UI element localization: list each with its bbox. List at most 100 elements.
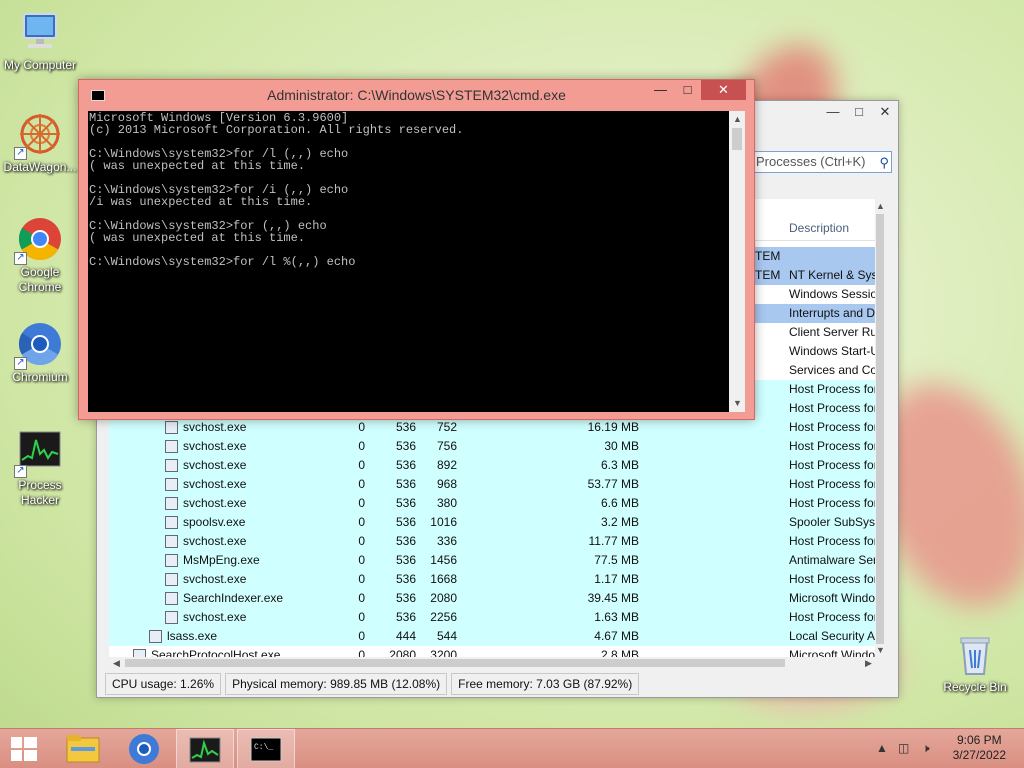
table-row[interactable]: svchost.exe 0 536 2256 1.63 MB Host Process f… xyxy=(109,608,875,627)
cpu-cell: 0 xyxy=(358,553,365,567)
cpu-cell: 0 xyxy=(358,477,365,491)
desktop-icon-label: Chromium xyxy=(12,370,68,384)
parent-pid-cell: 536 xyxy=(395,572,416,586)
search-input[interactable]: Processes (Ctrl+K) ⚲ xyxy=(752,151,892,173)
scroll-left-icon[interactable]: ◀ xyxy=(113,658,120,669)
process-icon xyxy=(149,630,162,643)
private-bytes-cell: 30 MB xyxy=(604,439,639,453)
description-cell: Windows Sessio xyxy=(789,287,875,301)
pid-cell: 752 xyxy=(436,420,457,434)
maximize-button[interactable]: □ xyxy=(846,101,872,123)
scrollbar-thumb[interactable] xyxy=(732,128,742,150)
process-icon xyxy=(165,611,178,624)
search-placeholder: Processes (Ctrl+K) xyxy=(756,154,866,169)
shortcut-arrow-icon: ↗ xyxy=(14,357,27,370)
desktop-icon-chromium[interactable]: ↗ Chromium xyxy=(0,320,80,385)
private-bytes-cell: 53.77 MB xyxy=(587,477,639,491)
pid-cell: 2256 xyxy=(430,610,457,624)
parent-pid-cell: 536 xyxy=(395,420,416,434)
shortcut-arrow-icon: ↗ xyxy=(14,465,27,478)
table-row[interactable]: svchost.exe 0 536 1668 1.17 MB Host Process f… xyxy=(109,570,875,589)
console-output[interactable]: Microsoft Windows [Version 6.3.9600] (c) … xyxy=(88,111,729,412)
table-row[interactable]: svchost.exe 0 536 380 6.6 MB Host Process for xyxy=(109,494,875,513)
process-icon xyxy=(165,573,178,586)
tray-clock[interactable]: 9:06 PM 3/27/2022 xyxy=(953,733,1006,763)
private-bytes-cell: 6.3 MB xyxy=(600,458,639,472)
parent-pid-cell: 536 xyxy=(395,534,416,548)
vertical-scrollbar[interactable]: ▲ ▼ xyxy=(729,111,745,412)
console-line: C:\Windows\system32>for /l %(,,) echo xyxy=(89,255,356,269)
cmd-window[interactable]: Administrator: C:\Windows\SYSTEM32\cmd.e… xyxy=(78,79,755,420)
console-line: ( was unexpected at this time. xyxy=(89,159,306,173)
process-name-cell: svchost.exe xyxy=(183,420,247,434)
process-name-cell: svchost.exe xyxy=(183,572,247,586)
cpu-usage-status: CPU usage: 1.26% xyxy=(105,673,222,695)
column-description[interactable]: Description xyxy=(789,221,849,235)
description-cell: Antimalware Ser xyxy=(789,553,875,567)
scroll-right-icon[interactable]: ▶ xyxy=(865,658,872,669)
minimize-button[interactable]: — xyxy=(647,80,674,100)
minimize-button[interactable]: — xyxy=(820,101,846,123)
table-row[interactable]: svchost.exe 0 536 892 6.3 MB Host Process for xyxy=(109,456,875,475)
taskbar-file-explorer[interactable] xyxy=(55,729,113,768)
table-row[interactable]: svchost.exe 0 536 752 16.19 MB Host Process f… xyxy=(109,418,875,437)
desktop-icon-process-hacker[interactable]: ↗ Process Hacker xyxy=(0,428,80,508)
close-button[interactable]: ✕ xyxy=(872,101,898,123)
parent-pid-cell: 444 xyxy=(395,629,416,643)
table-row[interactable]: svchost.exe 0 536 336 11.77 MB Host Process f… xyxy=(109,532,875,551)
free-memory-status: Free memory: 7.03 GB (87.92%) xyxy=(451,673,640,695)
scroll-up-icon[interactable]: ▲ xyxy=(876,201,885,211)
pid-cell: 1456 xyxy=(430,553,457,567)
process-hacker-icon: ↗ xyxy=(14,428,64,478)
maximize-button[interactable]: □ xyxy=(674,80,701,100)
physical-memory-status: Physical memory: 989.85 MB (12.08%) xyxy=(225,673,448,695)
desktop-icon-label: My Computer xyxy=(3,58,77,72)
table-row[interactable]: spoolsv.exe 0 536 1016 3.2 MB Spooler SubSyst xyxy=(109,513,875,532)
console-line: /i was unexpected at this time. xyxy=(89,195,313,209)
close-button[interactable]: ✕ xyxy=(701,80,746,100)
scroll-down-icon[interactable]: ▼ xyxy=(733,398,742,408)
desktop-icon-google-chrome[interactable]: ↗ Google Chrome xyxy=(0,215,80,295)
vertical-scrollbar[interactable]: ▲ ▼ xyxy=(875,199,885,657)
table-row[interactable]: lsass.exe 0 444 544 4.67 MB Local Security A xyxy=(109,627,875,646)
desktop-icon-recycle-bin[interactable]: Recycle Bin xyxy=(938,630,1012,694)
desktop-icon-my-computer[interactable]: My Computer xyxy=(0,8,80,73)
process-icon xyxy=(165,535,178,548)
table-row[interactable]: svchost.exe 0 536 968 53.77 MB Host Process f… xyxy=(109,475,875,494)
desktop-icon-label: DataWagon... xyxy=(3,160,77,174)
description-cell: Host Process for xyxy=(789,420,875,434)
parent-pid-cell: 536 xyxy=(395,515,416,529)
scrollbar-thumb[interactable] xyxy=(876,214,884,644)
start-button[interactable] xyxy=(0,729,58,768)
desktop-icon-label: Process Hacker xyxy=(18,478,62,507)
description-cell: Host Process for xyxy=(789,610,875,624)
network-icon[interactable]: ◫ xyxy=(898,741,909,755)
description-cell: Windows Start-U xyxy=(789,344,875,358)
parent-pid-cell: 536 xyxy=(395,458,416,472)
scroll-up-icon[interactable]: ▲ xyxy=(733,114,742,124)
parent-pid-cell: 536 xyxy=(395,477,416,491)
description-cell: Client Server Run xyxy=(789,325,875,339)
desktop-icon-datawagon[interactable]: ↗ DataWagon... xyxy=(0,110,80,175)
taskbar-cmd[interactable]: C:\_ xyxy=(237,729,295,768)
process-icon xyxy=(165,421,178,434)
parent-pid-cell: 536 xyxy=(395,496,416,510)
private-bytes-cell: 4.67 MB xyxy=(594,629,639,643)
folder-icon xyxy=(66,735,100,763)
tray-show-hidden-icon[interactable]: ▲ xyxy=(876,741,888,755)
description-cell: Host Process for xyxy=(789,439,875,453)
table-row[interactable]: svchost.exe 0 536 756 30 MB Host Process for xyxy=(109,437,875,456)
process-name-cell: SearchIndexer.exe xyxy=(183,591,284,605)
process-name-cell: svchost.exe xyxy=(183,439,247,453)
scroll-down-icon[interactable]: ▼ xyxy=(876,645,885,655)
cpu-cell: 0 xyxy=(358,610,365,624)
scrollbar-thumb[interactable] xyxy=(125,659,785,667)
taskbar-process-hacker[interactable] xyxy=(176,729,234,768)
search-icon: ⚲ xyxy=(879,155,889,170)
status-bar: CPU usage: 1.26% Physical memory: 989.85… xyxy=(105,673,890,695)
table-row[interactable]: SearchIndexer.exe 0 536 2080 39.45 MB Microso… xyxy=(109,589,875,608)
horizontal-scrollbar[interactable]: ◀ ▶ xyxy=(109,657,885,669)
volume-muted-icon[interactable]: 🕨 xyxy=(922,741,930,756)
table-row[interactable]: MsMpEng.exe 0 536 1456 77.5 MB Antimalware Se… xyxy=(109,551,875,570)
taskbar-chromium[interactable] xyxy=(115,729,173,768)
